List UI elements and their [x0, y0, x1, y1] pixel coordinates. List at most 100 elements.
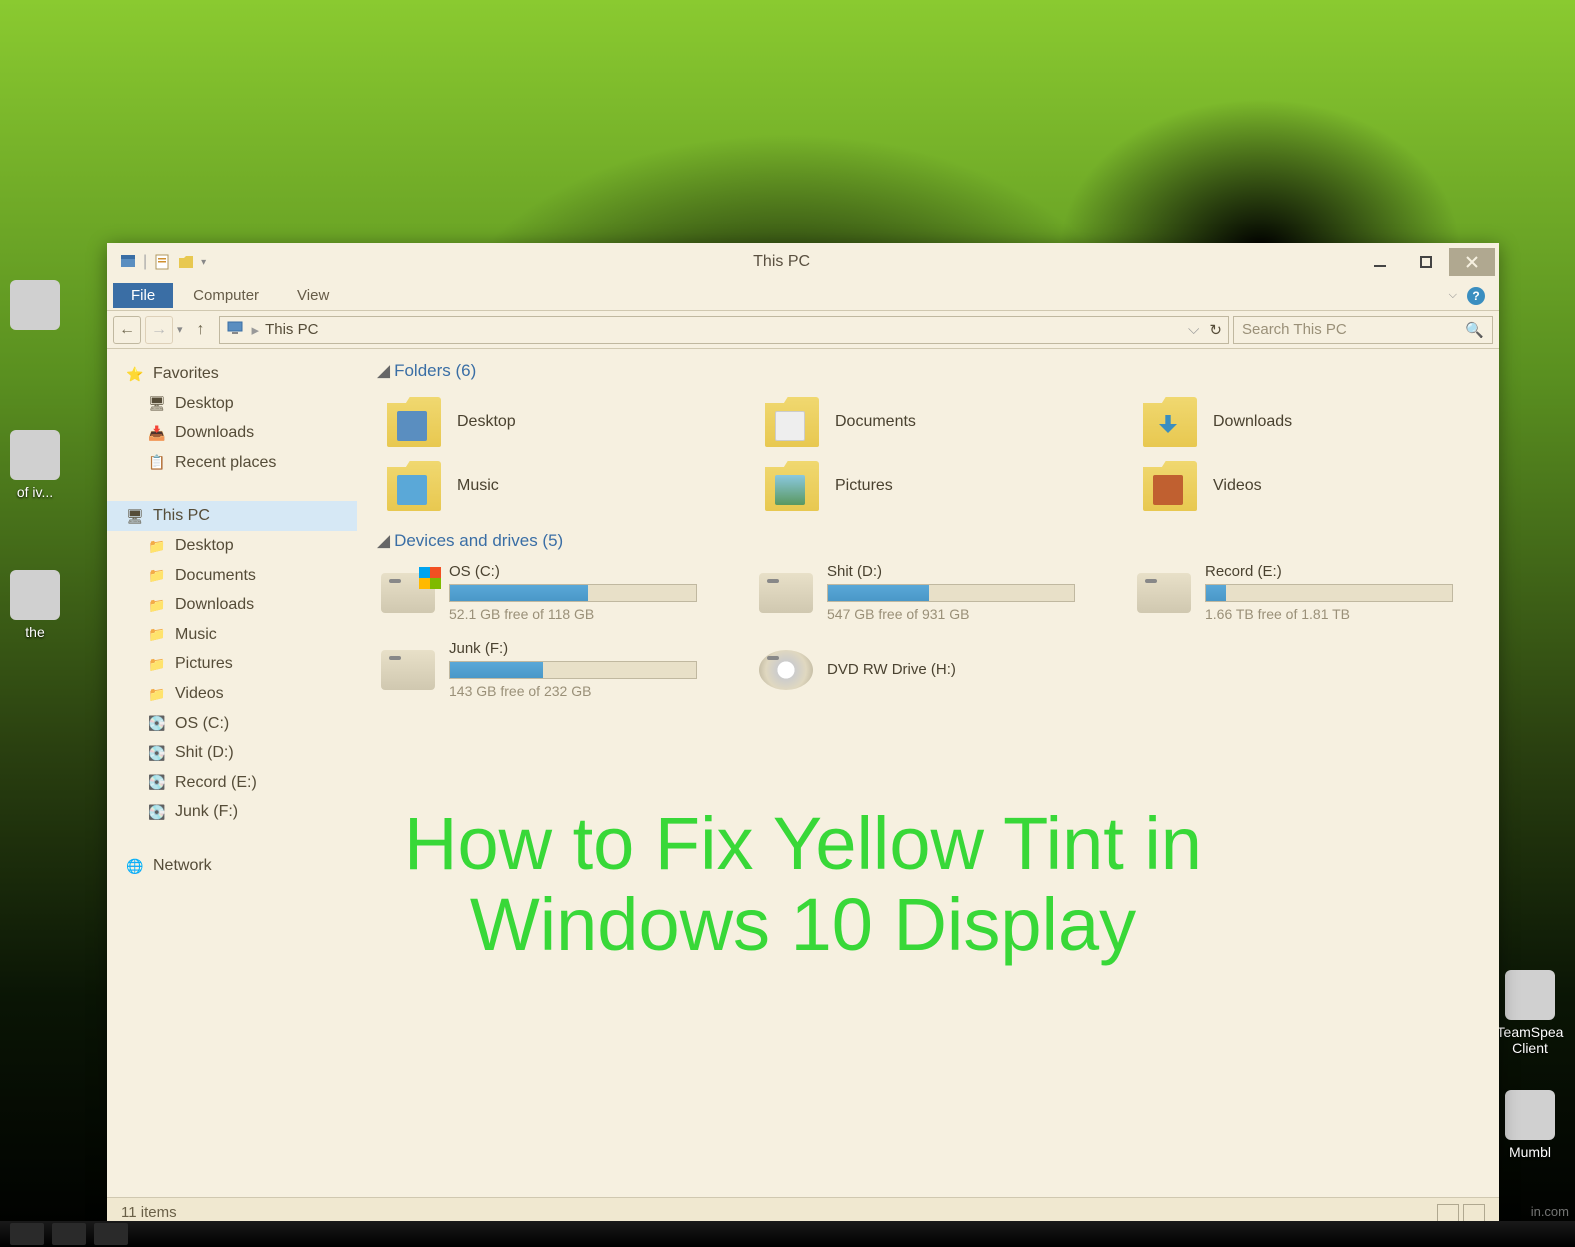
desktop-icon[interactable]	[0, 280, 70, 334]
forward-button[interactable]: →	[145, 316, 173, 344]
help-icon[interactable]: ?	[1467, 287, 1485, 305]
folder-music[interactable]: Music	[381, 457, 729, 515]
nav-music[interactable]: 📁Music	[107, 620, 357, 650]
nav-drive-c[interactable]: 💽OS (C:)	[107, 709, 357, 739]
free-space-text: 143 GB free of 232 GB	[449, 683, 729, 699]
ribbon-collapse-icon[interactable]: ⌵	[1449, 289, 1457, 302]
addr-dropdown-icon[interactable]: ⌵	[1182, 321, 1199, 338]
drive-item[interactable]: OS (C:) 52.1 GB free of 118 GB	[381, 563, 729, 622]
usage-bar	[449, 661, 697, 679]
nav-desktop[interactable]: 🖥Desktop	[107, 389, 357, 419]
taskbar[interactable]	[0, 1221, 1575, 1247]
nav-recent-places[interactable]: 📋Recent places	[107, 448, 357, 478]
maximize-button[interactable]	[1403, 248, 1449, 276]
taskbar-icon[interactable]	[52, 1223, 86, 1245]
nav-favorites[interactable]: ⭐Favorites	[107, 359, 357, 389]
drive-name: Shit (D:)	[827, 563, 1107, 580]
drive-name: Record (E:)	[1205, 563, 1485, 580]
taskbar-icon[interactable]	[10, 1223, 44, 1245]
collapse-icon: ◢	[377, 361, 390, 380]
nav-downloads[interactable]: 📁Downloads	[107, 590, 357, 620]
folder-icon	[765, 461, 819, 511]
free-space-text: 547 GB free of 931 GB	[827, 606, 1107, 622]
usage-bar	[1205, 584, 1453, 602]
star-icon: ⭐	[125, 365, 145, 383]
nav-drive-e[interactable]: 💽Record (E:)	[107, 768, 357, 798]
watermark: in.com	[1531, 1204, 1569, 1219]
properties-icon[interactable]	[153, 253, 171, 271]
folder-downloads[interactable]: Downloads	[1137, 393, 1485, 451]
nav-downloads[interactable]: 📥Downloads	[107, 418, 357, 448]
drives-group-header[interactable]: ◢Devices and drives (5)	[371, 527, 1485, 555]
overlay-title: How to Fix Yellow Tint in Windows 10 Dis…	[293, 803, 1313, 966]
desktop-icon[interactable]: of iv...	[0, 430, 70, 500]
refresh-icon[interactable]: ↻	[1209, 321, 1222, 339]
free-space-text: 52.1 GB free of 118 GB	[449, 606, 729, 622]
thispc-icon: 🖥	[125, 507, 145, 525]
drive-icon	[381, 573, 435, 613]
nav-videos[interactable]: 📁Videos	[107, 679, 357, 709]
drive-icon: 💽	[147, 744, 167, 762]
details-view-icon[interactable]	[1437, 1204, 1459, 1222]
folder-icon	[1143, 397, 1197, 447]
computer-tab[interactable]: Computer	[175, 283, 277, 308]
folder-icon	[387, 397, 441, 447]
drive-name: DVD RW Drive (H:)	[827, 661, 1107, 678]
folder-icon	[765, 397, 819, 447]
free-space-text: 1.66 TB free of 1.81 TB	[1205, 606, 1485, 622]
new-folder-icon[interactable]	[177, 253, 195, 271]
drive-icon	[1137, 573, 1191, 613]
desktop-icon-mumble[interactable]: Mumbl	[1495, 1090, 1565, 1160]
folder-icon: 📁	[147, 685, 167, 703]
drive-name: OS (C:)	[449, 563, 729, 580]
address-bar[interactable]: ▸ This PC ⌵ ↻	[219, 316, 1229, 344]
nav-documents[interactable]: 📁Documents	[107, 561, 357, 591]
navigation-bar: ← → ▾ ↑ ▸ This PC ⌵ ↻ Search This PC 🔍	[107, 311, 1499, 349]
usage-bar	[449, 584, 697, 602]
drive-icon	[759, 650, 813, 690]
qat-divider: |	[143, 253, 147, 271]
folder-documents[interactable]: Documents	[759, 393, 1107, 451]
folder-desktop[interactable]: Desktop	[381, 393, 729, 451]
back-button[interactable]: ←	[113, 316, 141, 344]
folder-pictures[interactable]: Pictures	[759, 457, 1107, 515]
titlebar[interactable]: | ▾ This PC	[107, 243, 1499, 281]
file-tab[interactable]: File	[113, 283, 173, 308]
folder-videos[interactable]: Videos	[1137, 457, 1485, 515]
desktop-icon: 🖥	[147, 394, 167, 412]
folder-icon: 📁	[147, 655, 167, 673]
desktop-icon-teamspeak[interactable]: TeamSpea Client	[1495, 970, 1565, 1056]
folder-icon: 📁	[147, 566, 167, 584]
nav-drive-d[interactable]: 💽Shit (D:)	[107, 738, 357, 768]
search-input[interactable]: Search This PC 🔍	[1233, 316, 1493, 344]
ribbon: File Computer View ⌵ ?	[107, 281, 1499, 311]
breadcrumb[interactable]: This PC	[265, 321, 318, 338]
tiles-view-icon[interactable]	[1463, 1204, 1485, 1222]
usage-bar	[827, 584, 1075, 602]
nav-desktop[interactable]: 📁Desktop	[107, 531, 357, 561]
navigation-pane: ⭐Favorites 🖥Desktop 📥Downloads 📋Recent p…	[107, 349, 357, 1197]
drive-item[interactable]: Record (E:) 1.66 TB free of 1.81 TB	[1137, 563, 1485, 622]
nav-this-pc[interactable]: 🖥This PC	[107, 501, 357, 531]
folder-icon	[387, 461, 441, 511]
view-tab[interactable]: View	[279, 283, 347, 308]
drive-icon	[381, 650, 435, 690]
history-dropdown-icon[interactable]: ▾	[177, 323, 183, 336]
folder-icon: 📁	[147, 596, 167, 614]
drive-item[interactable]: Shit (D:) 547 GB free of 931 GB	[759, 563, 1107, 622]
close-button[interactable]	[1449, 248, 1495, 276]
drive-item[interactable]: Junk (F:) 143 GB free of 232 GB	[381, 640, 729, 699]
drive-icon	[759, 573, 813, 613]
desktop-icon[interactable]: the	[0, 570, 70, 640]
taskbar-icon[interactable]	[94, 1223, 128, 1245]
nav-pictures[interactable]: 📁Pictures	[107, 649, 357, 679]
content-pane: ◢Folders (6) Desktop Documents Downloads…	[357, 349, 1499, 1197]
folders-group-header[interactable]: ◢Folders (6)	[371, 357, 1485, 385]
up-button[interactable]: ↑	[187, 316, 215, 344]
breadcrumb-sep: ▸	[252, 321, 260, 339]
drive-icon: 💽	[147, 714, 167, 732]
app-icon	[119, 253, 137, 271]
drive-item[interactable]: DVD RW Drive (H:)	[759, 640, 1107, 699]
minimize-button[interactable]	[1357, 248, 1403, 276]
folder-icon: 📁	[147, 537, 167, 555]
